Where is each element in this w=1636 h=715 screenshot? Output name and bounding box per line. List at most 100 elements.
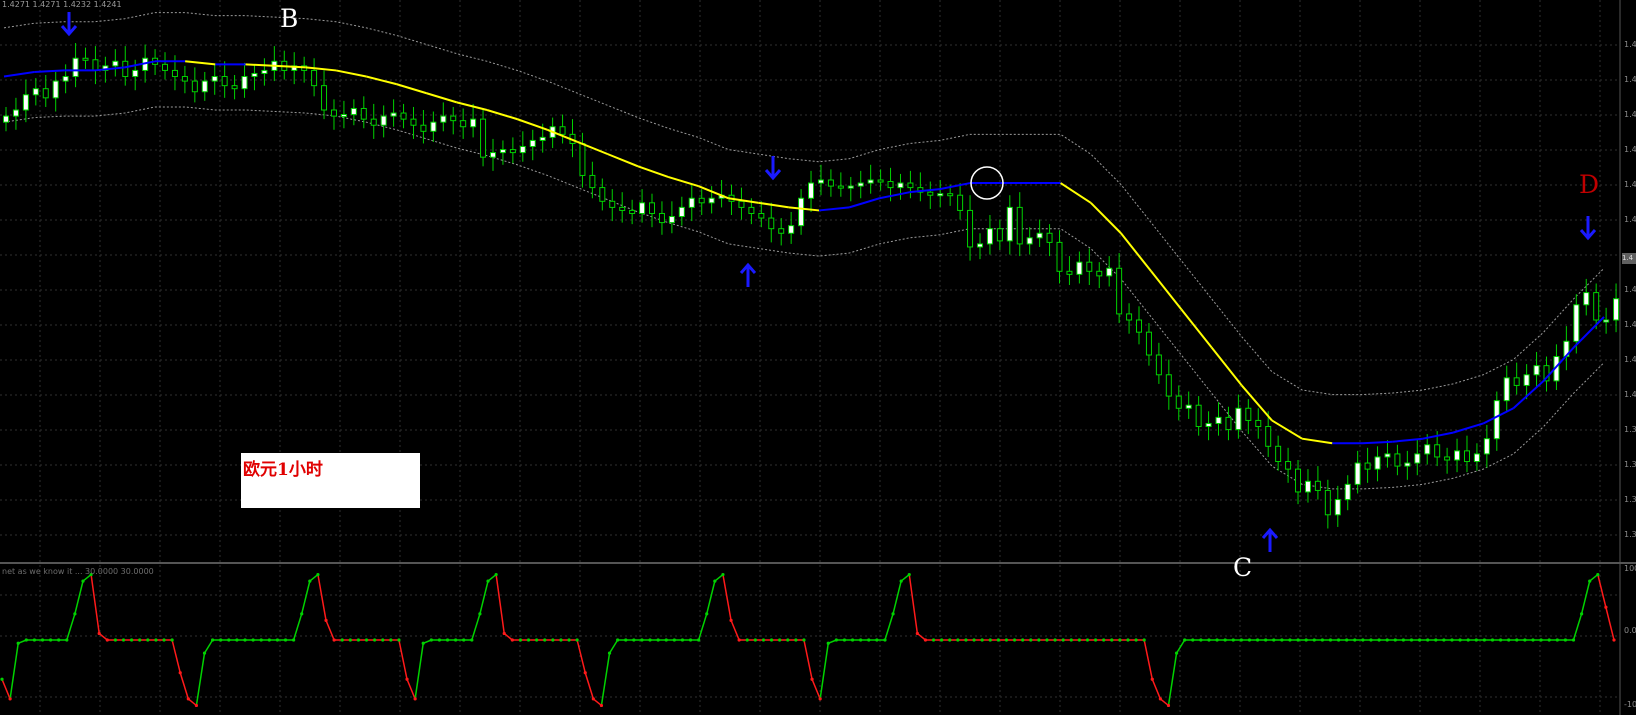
osc-segment — [203, 639, 214, 654]
candle-body — [688, 197, 695, 208]
ma-segment — [637, 165, 669, 178]
indicator-title: net as we know it ... 30.0000 30.0000 — [2, 567, 154, 576]
osc-point — [170, 638, 174, 642]
osc-point — [1029, 638, 1033, 642]
candle-body — [927, 191, 934, 196]
osc-point — [1482, 638, 1486, 642]
candle-body — [1235, 407, 1242, 431]
candle-body — [1275, 445, 1282, 463]
moving-average-line — [3, 60, 1605, 445]
osc-point — [1393, 638, 1397, 642]
osc-point — [1207, 638, 1211, 642]
osc-segment — [9, 643, 19, 700]
candle-body — [211, 76, 218, 82]
osc-point — [1288, 638, 1292, 642]
osc-segment — [576, 639, 586, 673]
osc-point — [624, 638, 628, 642]
osc-point — [0, 677, 4, 681]
osc-point — [526, 638, 531, 642]
candle-body — [1245, 407, 1252, 421]
candle-body — [1364, 462, 1371, 470]
candle-body — [1056, 241, 1063, 272]
osc-point — [316, 572, 320, 577]
y-tick-label: 1.4 — [1624, 145, 1636, 154]
candle-body — [589, 174, 596, 189]
candle-body — [1603, 319, 1610, 323]
osc-point — [1037, 638, 1041, 642]
candle-body — [986, 228, 993, 245]
osc-point — [1417, 638, 1422, 642]
ma-segment — [34, 69, 65, 73]
y-tick-label: 1.4 — [1624, 75, 1636, 84]
candle-body — [887, 181, 894, 189]
candle-body — [907, 182, 914, 189]
candle-body — [996, 228, 1003, 242]
osc-segment — [1, 678, 11, 700]
ma-segment — [305, 66, 337, 72]
candle-body — [1344, 483, 1351, 501]
osc-point — [251, 638, 255, 642]
osc-point — [259, 638, 263, 642]
osc-point — [1012, 638, 1017, 642]
candle-body — [1006, 206, 1013, 242]
osc-segment — [398, 639, 408, 680]
candle-body — [1483, 438, 1490, 455]
candle-body — [1136, 319, 1143, 333]
osc-point — [389, 638, 393, 642]
candle-body — [1314, 480, 1321, 491]
osc-point — [996, 638, 1000, 642]
osc-point — [899, 579, 903, 583]
candle-body — [1155, 354, 1162, 376]
osc-point — [1377, 638, 1381, 642]
osc-segment — [1175, 639, 1186, 654]
candle-body — [191, 80, 198, 93]
candle-body — [967, 209, 974, 248]
osc-segment — [1605, 607, 1615, 641]
candle-body — [1285, 461, 1292, 470]
oscillator-series — [0, 572, 1616, 708]
candle-body — [509, 149, 516, 154]
timeframe-note: 欧元1小时 — [241, 453, 420, 508]
ma-segment — [1180, 308, 1213, 349]
osc-point — [381, 638, 385, 642]
candle-body — [330, 109, 337, 117]
osc-point — [502, 631, 506, 636]
osc-segment — [1151, 678, 1162, 700]
osc-point — [1401, 638, 1405, 642]
ma-segment — [1090, 202, 1122, 234]
candle-body — [947, 193, 954, 197]
candle-body — [420, 124, 427, 132]
candle-body — [1424, 444, 1431, 455]
ma-segment — [1392, 437, 1423, 443]
candle-body — [1523, 374, 1530, 386]
osc-point — [1183, 638, 1187, 642]
candle-body — [162, 63, 169, 71]
candle-body — [370, 118, 377, 126]
osc-point — [510, 638, 514, 642]
ma-segment — [1120, 232, 1152, 272]
osc-point — [1174, 651, 1179, 655]
osc-segment — [608, 639, 619, 654]
candle-body — [1493, 400, 1500, 440]
osc-point — [1118, 638, 1122, 642]
ma-segment — [607, 153, 639, 168]
osc-point — [1158, 697, 1162, 701]
candle-body — [817, 179, 824, 184]
candle-body — [1503, 377, 1510, 402]
osc-point — [243, 638, 247, 642]
osc-point — [494, 572, 498, 577]
candle-body — [221, 76, 228, 87]
osc-point — [1312, 638, 1316, 642]
candle-body — [1145, 331, 1152, 356]
candle-body — [410, 118, 417, 126]
osc-point — [972, 638, 976, 642]
osc-point — [583, 671, 587, 675]
osc-point — [599, 703, 604, 708]
osc-point — [575, 638, 579, 642]
osc-point — [753, 638, 757, 642]
candle-body — [1404, 462, 1411, 467]
osc-segment — [600, 652, 611, 706]
osc-point — [73, 612, 77, 616]
osc-point — [648, 638, 652, 642]
candle-body — [957, 194, 964, 211]
